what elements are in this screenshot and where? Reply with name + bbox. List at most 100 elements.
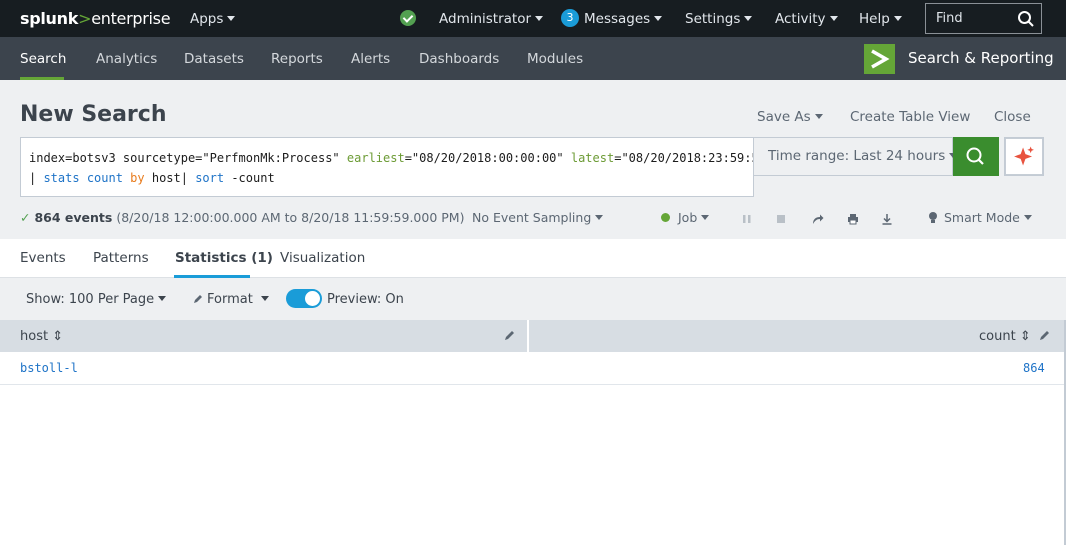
table-row: bstoll-l 864 [0, 352, 1066, 385]
cell-count[interactable]: 864 [1023, 361, 1045, 375]
settings-menu[interactable]: Settings [685, 11, 753, 27]
search-query-input[interactable]: index=botsv3 sourcetype="PerfmonMk:Proce… [20, 137, 754, 197]
time-range-label: Time range: Last 24 hours [768, 148, 946, 164]
page-size-label: Show: 100 Per Page [26, 292, 155, 307]
tab-alerts[interactable]: Alerts [351, 51, 390, 67]
messages-menu[interactable]: Messages [584, 11, 663, 27]
time-range-picker[interactable]: Time range: Last 24 hours [754, 137, 958, 176]
query-command: sort [195, 171, 225, 185]
find-input[interactable] [926, 4, 1016, 33]
chevron-down-icon [260, 296, 269, 301]
activity-label: Activity [775, 11, 826, 27]
job-label: Job [678, 210, 698, 225]
chevron-down-icon [1023, 215, 1032, 220]
search-reporting-app-icon [864, 44, 895, 74]
results-toolbar: Show: 100 Per Page Format Preview: On [0, 278, 1066, 320]
search-submit-button[interactable] [953, 137, 999, 176]
save-as-menu[interactable]: Save As [757, 109, 823, 125]
search-header: New Search Save As Create Table View Clo… [0, 80, 1066, 239]
tab-analytics[interactable]: Analytics [96, 51, 157, 67]
app-title: Search & Reporting [908, 49, 1054, 67]
tab-patterns[interactable]: Patterns [93, 250, 149, 266]
cell-host[interactable]: bstoll-l [20, 361, 78, 375]
pencil-icon [194, 295, 202, 303]
tab-statistics[interactable]: Statistics (1) [175, 250, 273, 266]
help-menu[interactable]: Help [859, 11, 902, 27]
job-menu[interactable]: Job [661, 210, 710, 225]
app-navigation-bar: Search Analytics Datasets Reports Alerts… [0, 37, 1066, 80]
administrator-label: Administrator [439, 11, 532, 27]
column-header-count[interactable]: count ⇕ [979, 329, 1031, 344]
sort-icon: ⇕ [52, 329, 64, 344]
search-mode-menu[interactable]: Smart Mode [928, 210, 1032, 225]
export-download-icon[interactable] [881, 213, 893, 225]
tab-datasets[interactable]: Datasets [184, 51, 244, 67]
column-header-label: count [979, 329, 1016, 344]
tab-dashboards[interactable]: Dashboards [419, 51, 499, 67]
chevron-down-icon [227, 15, 236, 21]
create-table-view-button[interactable]: Create Table View [850, 109, 970, 125]
format-menu[interactable]: Format [193, 292, 269, 307]
query-keyword: latest [570, 151, 615, 165]
logo-main-text: splunk [20, 9, 79, 28]
chevron-down-icon [829, 15, 838, 21]
chevron-down-icon [893, 15, 902, 21]
query-text: ="08/20/2018:23:59:59" [614, 151, 753, 165]
chevron-down-icon [701, 215, 710, 220]
save-as-label: Save As [757, 109, 811, 125]
search-icon[interactable] [1017, 10, 1035, 28]
preview-label: Preview: On [327, 292, 404, 307]
edit-column-icon[interactable] [504, 330, 515, 341]
query-text: host| [144, 171, 196, 185]
activity-menu[interactable]: Activity [775, 11, 838, 27]
administrator-menu[interactable]: Administrator [439, 11, 544, 27]
pause-icon[interactable] [741, 213, 753, 225]
print-icon[interactable] [847, 213, 859, 225]
event-count-status: ✓ 864 events (8/20/18 12:00:00.000 AM to … [20, 210, 464, 225]
column-header-host[interactable]: host ⇕ [20, 329, 63, 344]
chevron-down-icon [595, 215, 604, 220]
settings-label: Settings [685, 11, 741, 27]
top-navigation-bar: splunk>enterprise Apps Administrator 3 M… [0, 0, 1066, 37]
query-operator: by [130, 171, 145, 185]
event-time-range: (8/20/18 12:00:00.000 AM to 8/20/18 11:5… [116, 210, 465, 225]
query-text: | [29, 171, 44, 185]
event-sampling-menu[interactable]: No Event Sampling [472, 210, 604, 225]
stop-icon[interactable] [775, 213, 787, 225]
help-label: Help [859, 11, 890, 27]
messages-label: Messages [584, 11, 651, 27]
tab-search[interactable]: Search [20, 51, 66, 67]
query-function: count [86, 171, 123, 185]
splunk-logo[interactable]: splunk>enterprise [20, 9, 171, 28]
format-label: Format [207, 292, 253, 307]
chevron-down-icon [158, 296, 167, 301]
tab-events[interactable]: Events [20, 250, 66, 266]
ai-assistant-sparkle-icon[interactable] [1004, 137, 1044, 176]
column-header-label: host [20, 329, 49, 344]
tab-visualization[interactable]: Visualization [280, 250, 365, 266]
table-header: host ⇕ count ⇕ [0, 320, 1066, 352]
preview-toggle[interactable] [286, 289, 322, 308]
apps-menu[interactable]: Apps [190, 11, 236, 27]
logo-suffix-text: enterprise [91, 9, 171, 28]
close-button[interactable]: Close [994, 109, 1031, 125]
checkmark-icon: ✓ [20, 210, 31, 225]
query-keyword: earliest [346, 151, 405, 165]
edit-column-icon[interactable] [1039, 330, 1050, 341]
health-status-icon[interactable] [400, 10, 416, 26]
logo-chevron: > [78, 9, 92, 28]
chevron-down-icon [744, 15, 753, 21]
tab-reports[interactable]: Reports [271, 51, 323, 67]
query-text: index=botsv3 sourcetype="PerfmonMk:Proce… [29, 151, 347, 165]
event-sampling-label: No Event Sampling [472, 210, 592, 225]
share-icon[interactable] [812, 213, 824, 225]
chevron-down-icon [654, 15, 663, 21]
messages-count-badge[interactable]: 3 [561, 9, 579, 27]
lightbulb-icon [929, 212, 937, 223]
event-count: 864 events [34, 210, 113, 225]
column-divider [527, 320, 529, 352]
tab-modules[interactable]: Modules [527, 51, 583, 67]
results-tabs: Events Patterns Statistics (1) Visualiza… [0, 239, 1066, 278]
page-size-menu[interactable]: Show: 100 Per Page [26, 292, 167, 307]
query-command: stats [43, 171, 80, 185]
